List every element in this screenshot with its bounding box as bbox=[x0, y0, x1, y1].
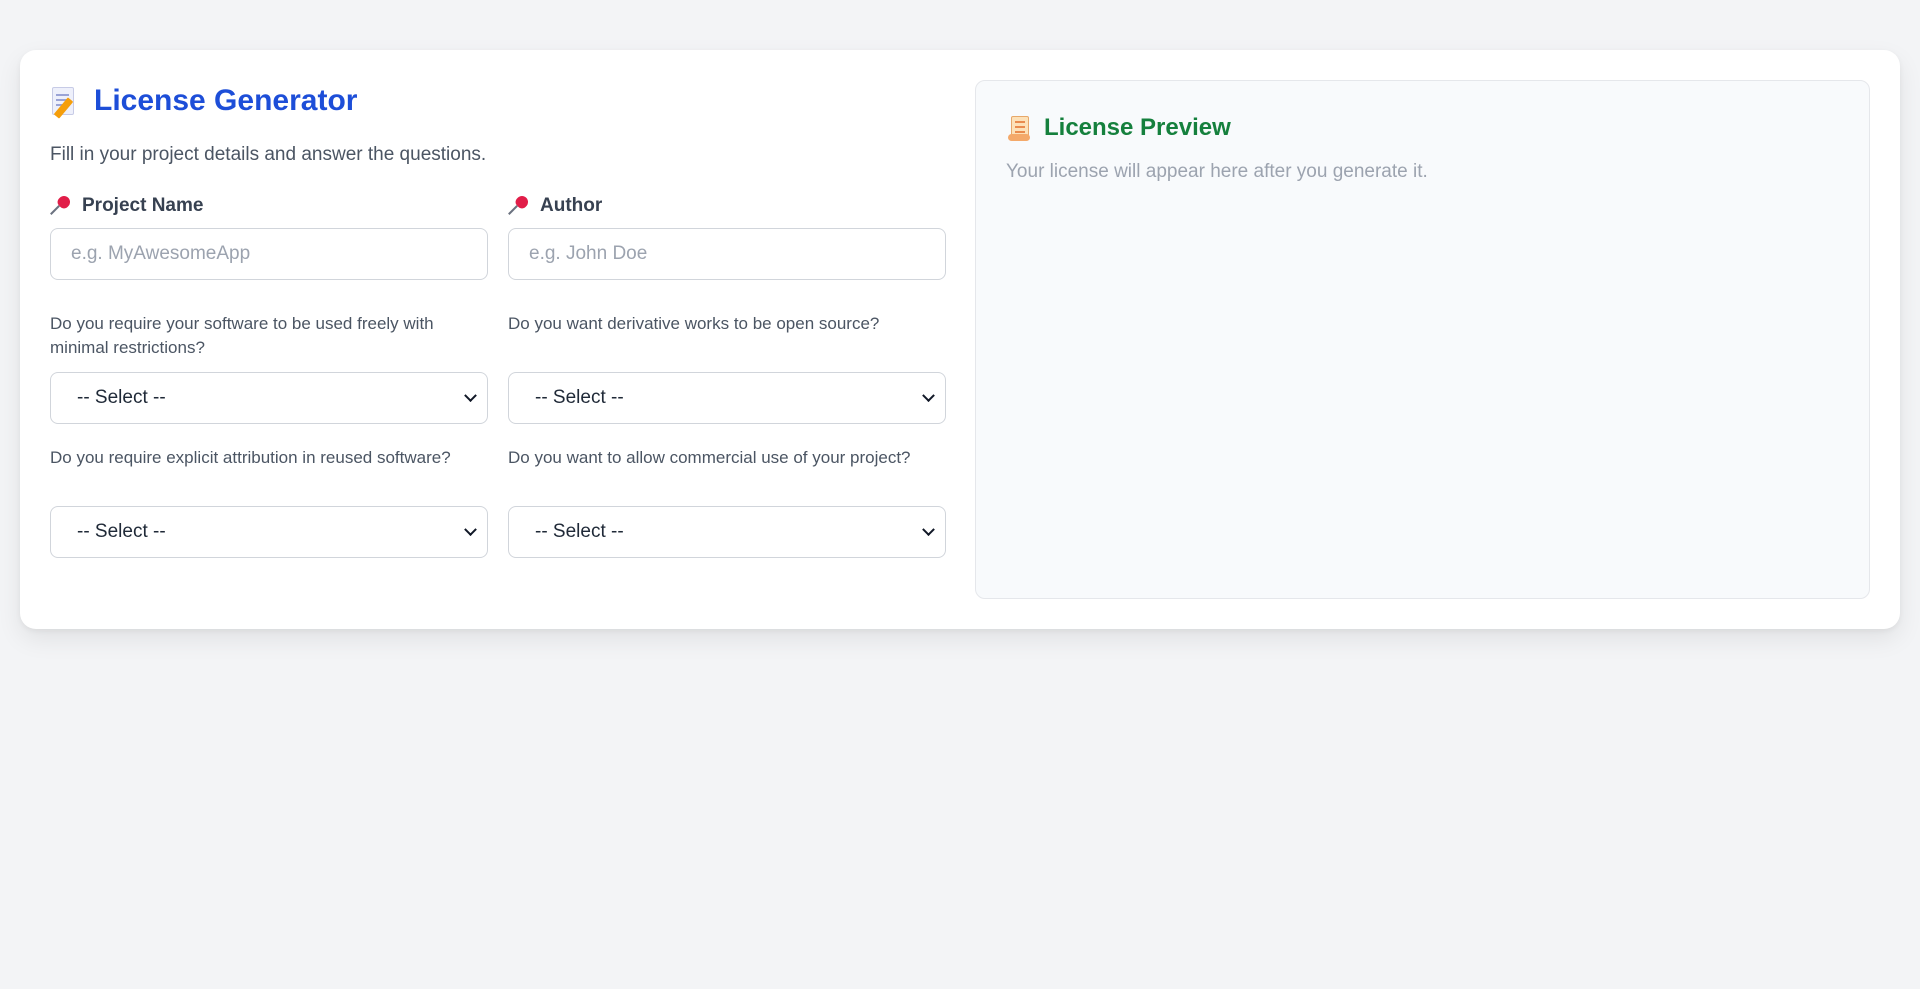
author-group: Author bbox=[508, 193, 946, 280]
project-name-input[interactable] bbox=[50, 228, 488, 280]
project-name-label: Project Name bbox=[50, 193, 488, 218]
form-grid: Project Name Author Do you require your … bbox=[50, 193, 966, 558]
scroll-icon bbox=[1006, 114, 1034, 142]
chevron-down-icon bbox=[922, 388, 935, 402]
form-panel: License Generator Fill in your project d… bbox=[50, 80, 966, 558]
chevron-down-icon bbox=[464, 522, 477, 536]
header: License Generator bbox=[50, 80, 966, 122]
question-free-use-group: Do you require your software to be used … bbox=[50, 280, 488, 424]
attribution-select-value: -- Select -- bbox=[77, 521, 166, 542]
question-commercial: Do you want to allow commercial use of y… bbox=[508, 448, 911, 467]
question-free-use: Do you require your software to be used … bbox=[50, 314, 434, 357]
question-commercial-group: Do you want to allow commercial use of y… bbox=[508, 424, 946, 558]
chevron-down-icon bbox=[922, 522, 935, 536]
question-open-source: Do you want derivative works to be open … bbox=[508, 314, 880, 333]
page-title: License Generator bbox=[94, 84, 358, 117]
project-name-label-text: Project Name bbox=[82, 195, 204, 216]
project-name-group: Project Name bbox=[50, 193, 488, 280]
open-source-select-value: -- Select -- bbox=[535, 387, 624, 408]
question-attribution-group: Do you require explicit attribution in r… bbox=[50, 424, 488, 558]
free-use-select[interactable]: -- Select -- bbox=[50, 372, 488, 424]
pushpin-icon bbox=[508, 193, 531, 217]
open-source-select[interactable]: -- Select -- bbox=[508, 372, 946, 424]
question-open-source-group: Do you want derivative works to be open … bbox=[508, 280, 946, 424]
commercial-select[interactable]: -- Select -- bbox=[508, 506, 946, 558]
author-label: Author bbox=[508, 193, 946, 218]
author-label-text: Author bbox=[540, 195, 603, 216]
chevron-down-icon bbox=[464, 388, 477, 402]
free-use-select-value: -- Select -- bbox=[77, 387, 166, 408]
memo-icon bbox=[50, 85, 80, 119]
pushpin-icon bbox=[50, 193, 73, 217]
attribution-select[interactable]: -- Select -- bbox=[50, 506, 488, 558]
page-subtitle: Fill in your project details and answer … bbox=[50, 144, 487, 165]
preview-placeholder-text: Your license will appear here after you … bbox=[1006, 161, 1428, 182]
question-attribution: Do you require explicit attribution in r… bbox=[50, 448, 451, 467]
license-preview-panel: License Preview Your license will appear… bbox=[975, 80, 1870, 599]
preview-title: License Preview bbox=[1044, 114, 1231, 141]
preview-header: License Preview bbox=[1006, 113, 1839, 143]
license-generator-card: License Generator Fill in your project d… bbox=[20, 50, 1900, 629]
author-input[interactable] bbox=[508, 228, 946, 280]
commercial-select-value: -- Select -- bbox=[535, 521, 624, 542]
